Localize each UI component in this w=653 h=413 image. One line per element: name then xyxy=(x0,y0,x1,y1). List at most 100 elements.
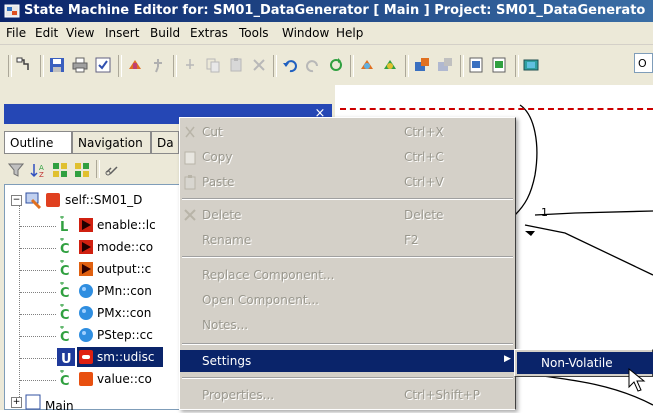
svg-text:L: L xyxy=(60,220,68,234)
selection-border xyxy=(340,108,653,112)
print-icon[interactable] xyxy=(70,55,90,75)
transition-icon[interactable] xyxy=(357,55,377,75)
port-letter-icon: C xyxy=(60,238,70,256)
app-icon xyxy=(4,4,20,18)
menu-item-properties[interactable]: Properties... Ctrl+Shift+P xyxy=(180,384,515,406)
circle-blue-icon xyxy=(79,328,93,342)
tree-connector xyxy=(20,314,56,315)
menu-edit[interactable]: Edit xyxy=(35,26,58,40)
sort-icon[interactable]: AZ xyxy=(28,160,48,180)
select-tool-icon[interactable] xyxy=(14,55,34,75)
svg-text:C: C xyxy=(60,264,70,278)
menu-build[interactable]: Build xyxy=(150,26,180,40)
link-icon[interactable] xyxy=(102,160,122,180)
port-letter-icon: C xyxy=(60,304,70,322)
pin-icon[interactable] xyxy=(148,55,168,75)
menu-item-cut[interactable]: Cut Ctrl+X xyxy=(180,121,515,143)
tree-item-label: output::c xyxy=(97,262,152,276)
port-letter-icon: L xyxy=(60,216,68,234)
tab-data[interactable]: Da xyxy=(151,131,179,153)
menu-file[interactable]: File xyxy=(6,26,26,40)
main-toolbar xyxy=(0,45,653,86)
zoom-out-icon[interactable] xyxy=(490,55,510,75)
collapse-all-icon[interactable] xyxy=(72,160,92,180)
paste-icon[interactable] xyxy=(226,55,246,75)
port-letter-icon: C xyxy=(60,282,70,300)
tree-connector xyxy=(20,248,56,249)
transition-label: 1 xyxy=(541,206,548,219)
tree-item-label: mode::co xyxy=(97,240,154,254)
context-menu: Cut Ctrl+X Copy Ctrl+C Paste Ctrl+V Dele… xyxy=(179,117,516,410)
tree-item-label: PMx::con xyxy=(97,306,152,320)
menu-view[interactable]: View xyxy=(66,26,94,40)
save-icon[interactable] xyxy=(47,55,67,75)
delete-icon[interactable] xyxy=(249,55,269,75)
menu-help[interactable]: Help xyxy=(336,26,363,40)
checkmark-icon[interactable] xyxy=(93,55,113,75)
triangle-red-icon xyxy=(79,218,93,232)
toolbar-separator xyxy=(273,55,277,77)
menu-separator xyxy=(182,256,513,258)
menu-insert[interactable]: Insert xyxy=(105,26,139,40)
square-orange-icon xyxy=(79,372,93,386)
menu-extras[interactable]: Extras xyxy=(190,26,228,40)
expand-all-icon[interactable] xyxy=(50,160,70,180)
tree-connector xyxy=(20,336,56,337)
toolbar-separator xyxy=(40,55,44,77)
refresh-icon[interactable] xyxy=(326,55,346,75)
menu-item-copy[interactable]: Copy Ctrl+C xyxy=(180,146,515,168)
port-letter-icon: C xyxy=(60,370,70,388)
tree-item-label: sm::udisc xyxy=(97,350,155,364)
expand-icon[interactable]: + xyxy=(11,397,22,408)
title-bar: State Machine Editor for: SM01_DataGener… xyxy=(0,0,653,22)
statemachine-red-icon xyxy=(79,350,93,364)
transition-alt-icon[interactable] xyxy=(380,55,400,75)
port-letter-icon: U xyxy=(57,348,75,366)
tree-item-label: Main xyxy=(45,399,74,413)
menu-item-paste[interactable]: Paste Ctrl+V xyxy=(180,171,515,193)
view-icon[interactable] xyxy=(521,55,541,75)
undo-icon[interactable] xyxy=(280,55,300,75)
tab-navigation[interactable]: Navigation xyxy=(72,131,151,153)
svg-text:C: C xyxy=(60,374,70,388)
menu-item-replace-component[interactable]: Replace Component... xyxy=(180,264,515,286)
tree-connector xyxy=(20,358,56,359)
delete-icon xyxy=(184,209,196,221)
menu-item-notes[interactable]: Notes... xyxy=(180,314,515,336)
menu-bar: File Edit View Insert Build Extras Tools… xyxy=(0,22,653,45)
cut-icon[interactable] xyxy=(180,55,200,75)
redo-icon[interactable] xyxy=(303,55,323,75)
tree-connector xyxy=(20,226,56,227)
mouse-cursor-icon xyxy=(628,368,646,392)
zoom-in-icon[interactable] xyxy=(467,55,487,75)
tree-item-label: PMn::con xyxy=(97,284,152,298)
menu-item-delete[interactable]: Delete Delete xyxy=(180,204,515,226)
menu-tools[interactable]: Tools xyxy=(239,26,269,40)
menu-window[interactable]: Window xyxy=(282,26,329,40)
build-icon[interactable] xyxy=(125,55,145,75)
collapse-icon[interactable]: − xyxy=(11,195,22,206)
menu-item-settings[interactable]: Settings ▶ xyxy=(180,350,515,372)
menu-separator xyxy=(182,198,513,200)
menu-separator xyxy=(182,343,513,345)
circle-blue-icon xyxy=(79,306,93,320)
toolbar-separator xyxy=(460,55,464,77)
svg-text:U: U xyxy=(61,352,72,366)
filter-icon[interactable] xyxy=(6,160,26,180)
diagram-icon xyxy=(25,394,41,410)
circle-blue-icon xyxy=(79,284,93,298)
tab-outline[interactable]: Outline xyxy=(4,131,72,153)
statemachine-icon xyxy=(46,193,60,207)
toolbar-separator xyxy=(118,55,122,77)
triangle-red-icon xyxy=(79,240,93,254)
component-icon xyxy=(25,192,42,209)
copy-icon[interactable] xyxy=(203,55,223,75)
menu-item-rename[interactable]: Rename F2 xyxy=(180,229,515,251)
svg-text:Z: Z xyxy=(39,171,44,178)
toolbar-combo[interactable]: O xyxy=(634,53,653,73)
state-remove-icon[interactable] xyxy=(435,55,455,75)
copy-icon xyxy=(184,151,196,165)
state-add-icon[interactable] xyxy=(412,55,432,75)
menu-item-open-component[interactable]: Open Component... xyxy=(180,289,515,311)
tree-item-label: PStep::cc xyxy=(97,328,153,342)
